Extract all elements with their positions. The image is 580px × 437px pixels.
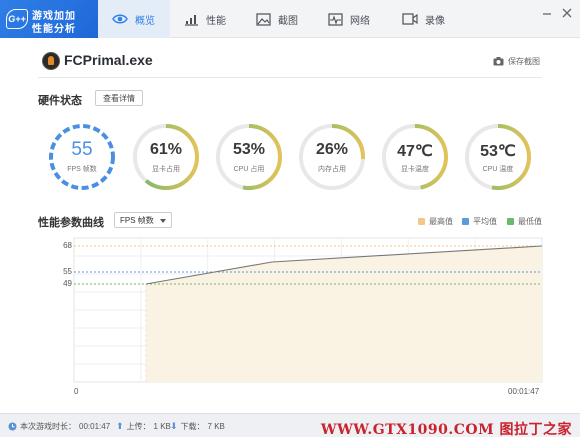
session-duration: 本次游戏时长： 00:01:47 bbox=[8, 421, 110, 432]
y-tick-label: 68 bbox=[63, 241, 72, 250]
session-duration-value: 00:01:47 bbox=[79, 422, 111, 431]
x-tick-label: 0 bbox=[74, 387, 79, 396]
arrow-down-icon: ⬇ bbox=[170, 421, 178, 431]
download-label: 下载： bbox=[180, 422, 205, 431]
upload-label: 上传： bbox=[126, 422, 151, 431]
x-tick-label: 00:01:47 bbox=[508, 387, 540, 396]
y-tick-label: 55 bbox=[63, 267, 72, 276]
session-duration-label: 本次游戏时长： bbox=[20, 422, 76, 431]
arrow-up-icon: ⬆ bbox=[116, 421, 124, 431]
download-value: 7 KB bbox=[207, 422, 225, 431]
clock-icon bbox=[8, 422, 17, 431]
upload-value: 1 KB bbox=[153, 422, 171, 431]
upload-stat: ⬆ 上传： 1 KB bbox=[116, 421, 171, 432]
watermark: WWW.GTX1090.COM 图拉丁之家 bbox=[320, 422, 572, 437]
y-tick-label: 49 bbox=[63, 279, 72, 288]
download-stat: ⬇ 下载： 7 KB bbox=[170, 421, 225, 432]
performance-chart bbox=[73, 237, 543, 383]
